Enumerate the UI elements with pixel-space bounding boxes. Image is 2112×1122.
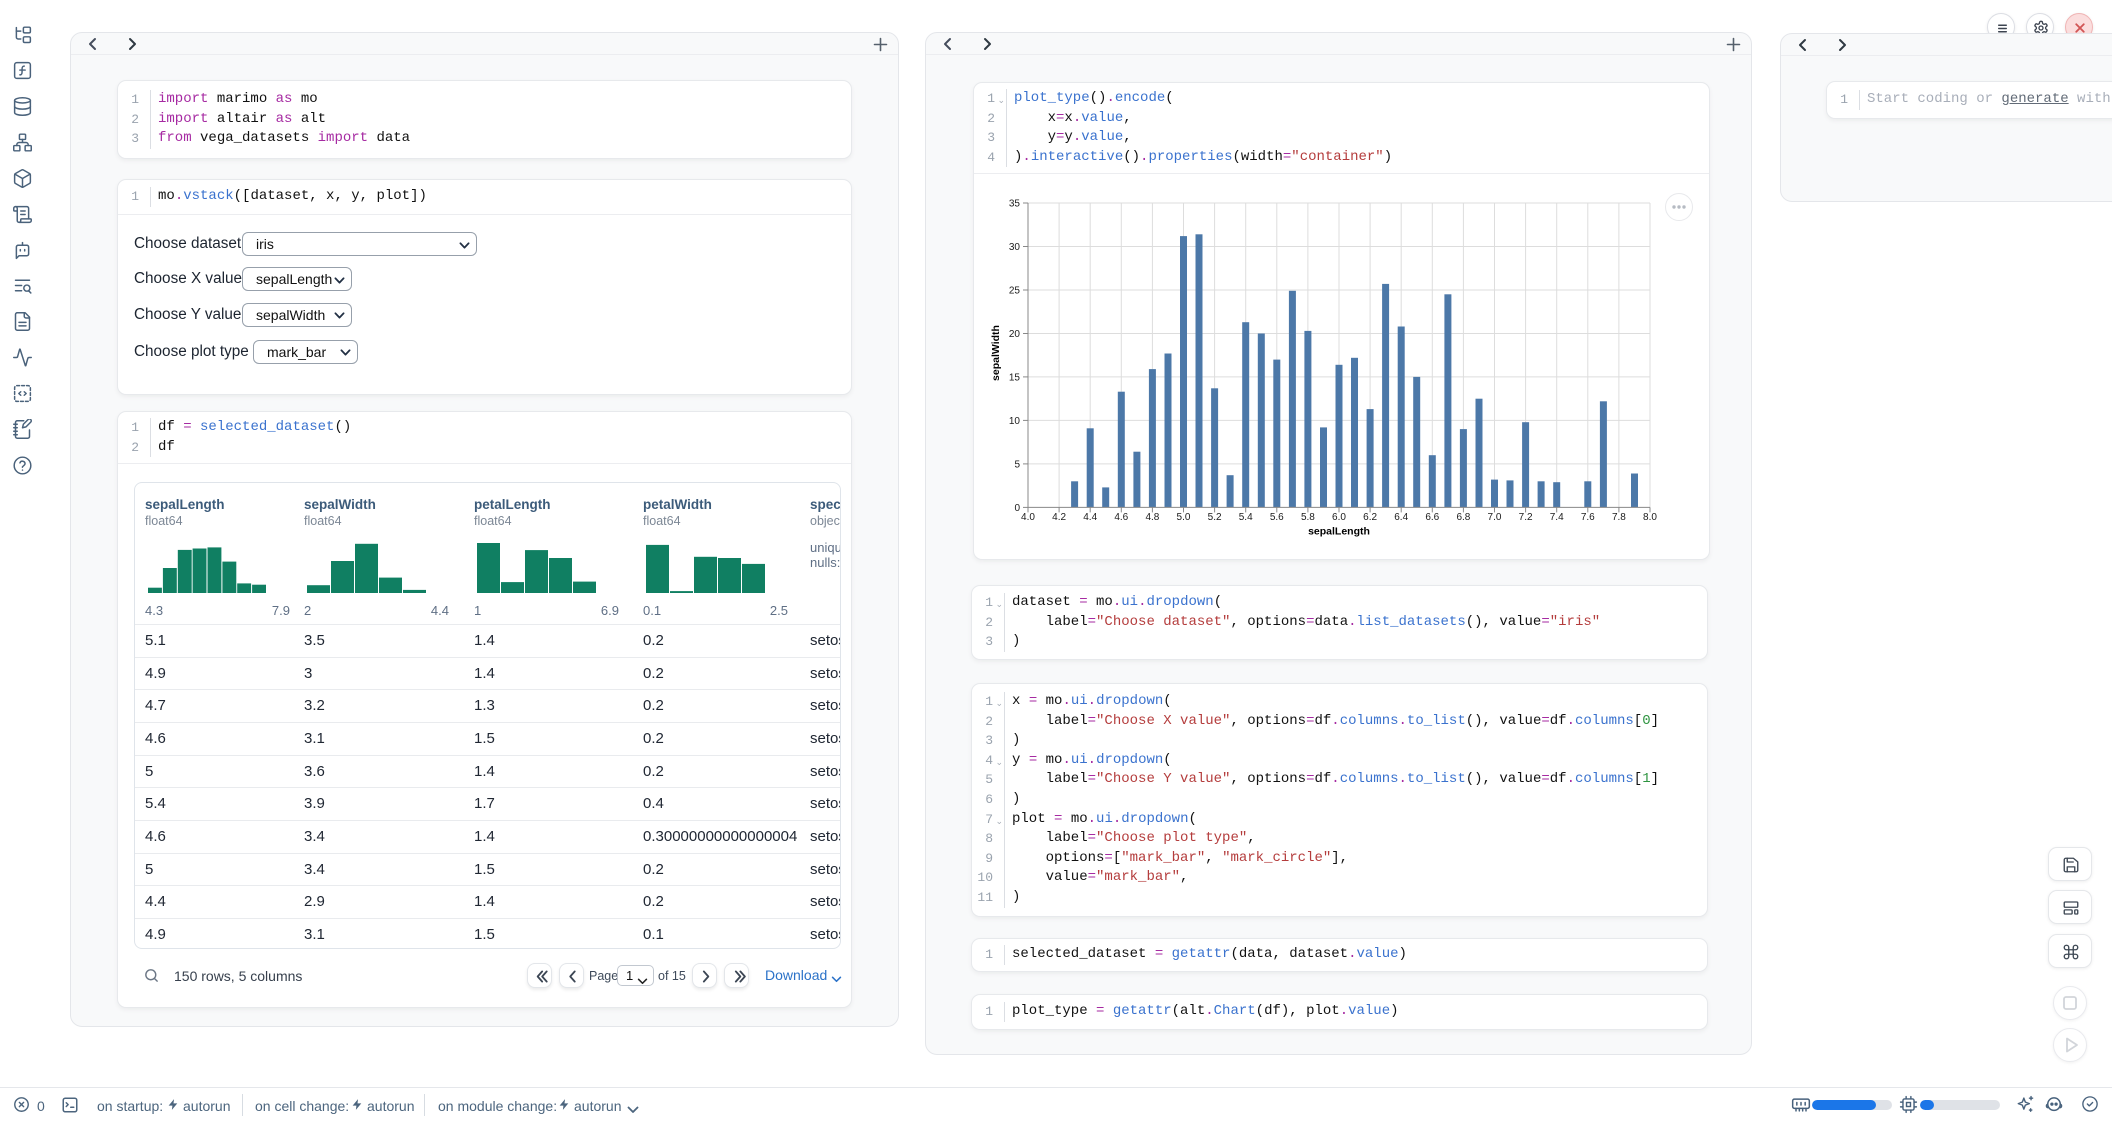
svg-text:5.2: 5.2 bbox=[1208, 512, 1222, 523]
svg-text:8.0: 8.0 bbox=[1643, 512, 1657, 523]
svg-text:6.0: 6.0 bbox=[1332, 512, 1346, 523]
svg-text:7.4: 7.4 bbox=[1550, 512, 1564, 523]
svg-text:sepalLength: sepalLength bbox=[1308, 526, 1370, 538]
svg-text:25: 25 bbox=[1009, 286, 1021, 297]
svg-text:7.6: 7.6 bbox=[1581, 512, 1595, 523]
svg-text:6.8: 6.8 bbox=[1456, 512, 1470, 523]
svg-text:sepalWidth: sepalWidth bbox=[990, 325, 1002, 381]
svg-text:5.0: 5.0 bbox=[1177, 512, 1191, 523]
svg-text:10: 10 bbox=[1009, 416, 1021, 427]
svg-text:4.4: 4.4 bbox=[1083, 512, 1097, 523]
svg-text:20: 20 bbox=[1009, 329, 1021, 340]
svg-text:7.0: 7.0 bbox=[1488, 512, 1502, 523]
svg-text:5.6: 5.6 bbox=[1270, 512, 1284, 523]
svg-text:6.4: 6.4 bbox=[1394, 512, 1408, 523]
svg-text:5: 5 bbox=[1014, 460, 1020, 471]
svg-text:0: 0 bbox=[1014, 503, 1020, 514]
svg-text:6.6: 6.6 bbox=[1425, 512, 1439, 523]
svg-text:30: 30 bbox=[1009, 242, 1021, 253]
svg-text:15: 15 bbox=[1009, 373, 1021, 384]
svg-text:7.8: 7.8 bbox=[1612, 512, 1626, 523]
svg-text:4.8: 4.8 bbox=[1145, 512, 1159, 523]
svg-text:4.2: 4.2 bbox=[1052, 512, 1066, 523]
svg-text:7.2: 7.2 bbox=[1519, 512, 1533, 523]
svg-text:5.4: 5.4 bbox=[1239, 512, 1253, 523]
svg-text:35: 35 bbox=[1009, 199, 1021, 210]
svg-text:6.2: 6.2 bbox=[1363, 512, 1377, 523]
svg-text:4.0: 4.0 bbox=[1021, 512, 1035, 523]
svg-text:5.8: 5.8 bbox=[1301, 512, 1315, 523]
svg-text:4.6: 4.6 bbox=[1114, 512, 1128, 523]
